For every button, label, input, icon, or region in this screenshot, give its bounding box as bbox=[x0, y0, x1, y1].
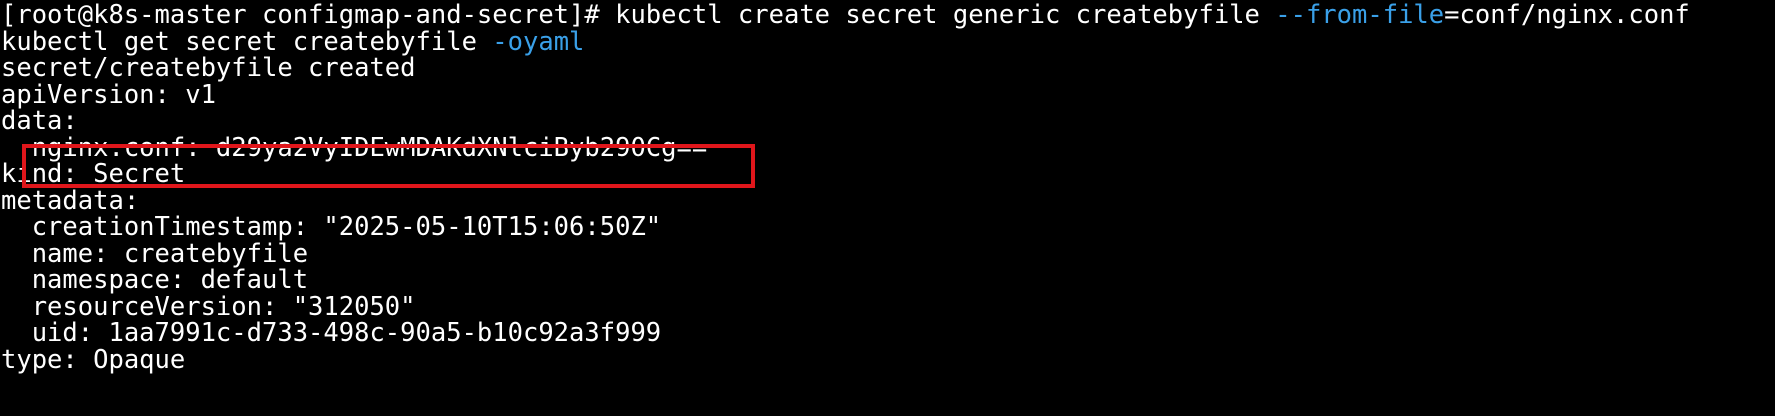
output-line: creationTimestamp: "2025-05-10T15:06:50Z… bbox=[1, 212, 662, 242]
command-argument: =conf/nginx.conf bbox=[1444, 0, 1690, 30]
output-line: uid: 1aa7991c-d733-498c-90a5-b10c92a3f99… bbox=[1, 318, 662, 348]
output-line: type: Opaque bbox=[1, 344, 186, 375]
command-flag: --from-file bbox=[1275, 0, 1445, 30]
command-flag: -oyaml bbox=[492, 26, 585, 57]
command-text: kubectl create secret generic createbyfi… bbox=[615, 0, 1276, 30]
highlight-annotation-box bbox=[22, 144, 755, 188]
output-line: resourceVersion: "312050" bbox=[1, 291, 416, 322]
shell-prompt: [root@k8s-master configmap-and-secret]# bbox=[1, 0, 616, 30]
output-line: secret/createbyfile created bbox=[1, 53, 416, 83]
command-text: kubectl get secret createbyfile bbox=[1, 26, 493, 57]
command-line-get-secret: kubectl get secret createbyfile -oyaml bbox=[1, 27, 584, 57]
output-line: data: bbox=[1, 106, 78, 136]
output-line: apiVersion: v1 bbox=[1, 79, 216, 110]
command-line-create-secret: [root@k8s-master configmap-and-secret]# … bbox=[1, 0, 1690, 30]
terminal-window[interactable]: [root@k8s-master configmap-and-secret]# … bbox=[0, 0, 1775, 416]
output-line: namespace: default bbox=[1, 265, 309, 295]
output-line: metadata: bbox=[1, 185, 140, 216]
output-line: name: createbyfile bbox=[1, 238, 309, 269]
